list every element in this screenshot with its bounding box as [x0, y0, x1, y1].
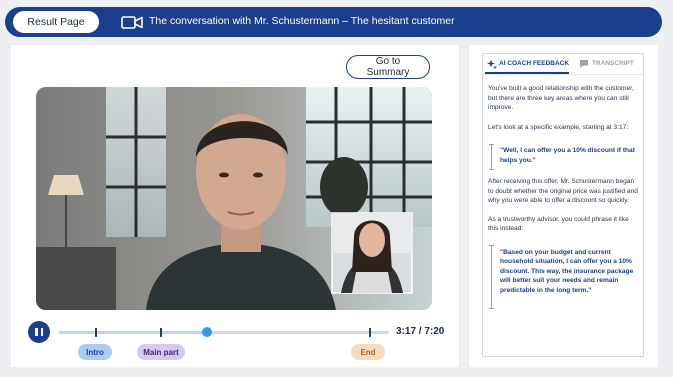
- sparkle-icon: [487, 59, 497, 69]
- timeline-scrubber[interactable]: [202, 327, 212, 337]
- feedback-panel: AI COACH FEEDBACK TRANSCRIPT You've buil…: [469, 45, 658, 367]
- playback-time: 3:17 / 7:20: [396, 326, 445, 337]
- feedback-paragraph: After receiving this offer, Mr. Schuster…: [488, 178, 638, 204]
- feedback-card: AI COACH FEEDBACK TRANSCRIPT You've buil…: [482, 53, 644, 357]
- conversation-title: The conversation with Mr. Schustermann –…: [149, 15, 455, 27]
- chapter-marker-end: [369, 328, 371, 337]
- tab-transcript[interactable]: TRANSCRIPT: [592, 60, 634, 67]
- chapter-intro[interactable]: Intro: [78, 344, 112, 360]
- chapter-main-part[interactable]: Main part: [137, 344, 185, 360]
- go-to-summary-button[interactable]: Go to Summary: [346, 55, 430, 79]
- chapter-marker-intro: [95, 328, 97, 337]
- chapter-end[interactable]: End: [351, 344, 385, 360]
- chat-icon: [580, 60, 588, 68]
- chapter-marker-main: [160, 328, 162, 337]
- feedback-paragraph: Let's look at a specific example, starti…: [488, 123, 629, 131]
- quote-suggestion: "Based on your budget and current househ…: [500, 248, 634, 294]
- result-page-button[interactable]: Result Page: [13, 11, 99, 33]
- feedback-tabs: AI COACH FEEDBACK TRANSCRIPT: [483, 54, 643, 75]
- webcam-inset: [331, 212, 413, 294]
- feedback-content: You've built a good relationship with th…: [488, 84, 640, 309]
- quote-block: "Based on your budget and current househ…: [488, 244, 640, 309]
- quote-original: "Well, I can offer you a 10% discount if…: [500, 147, 635, 164]
- pause-icon: [35, 328, 38, 336]
- main-panel: Go to Summary 3:17 / 7:20 Intro Main par…: [11, 45, 459, 367]
- video-camera-icon: [121, 16, 143, 29]
- header-bar: Result Page The conversation with Mr. Sc…: [5, 7, 662, 37]
- pause-button[interactable]: [28, 321, 50, 343]
- pause-icon-bar: [40, 328, 43, 336]
- feedback-paragraph: You've built a good relationship with th…: [488, 85, 634, 111]
- tab-ai-coach-feedback[interactable]: AI COACH FEEDBACK: [499, 60, 569, 67]
- timeline-progress: [59, 331, 207, 334]
- quote-block: "Well, I can offer you a 10% discount if…: [488, 144, 640, 170]
- feedback-paragraph: As a trustworthy advisor, you could phra…: [488, 215, 629, 233]
- video-player[interactable]: [36, 87, 432, 310]
- active-tab-indicator: [485, 72, 569, 74]
- video-frame: [36, 87, 432, 310]
